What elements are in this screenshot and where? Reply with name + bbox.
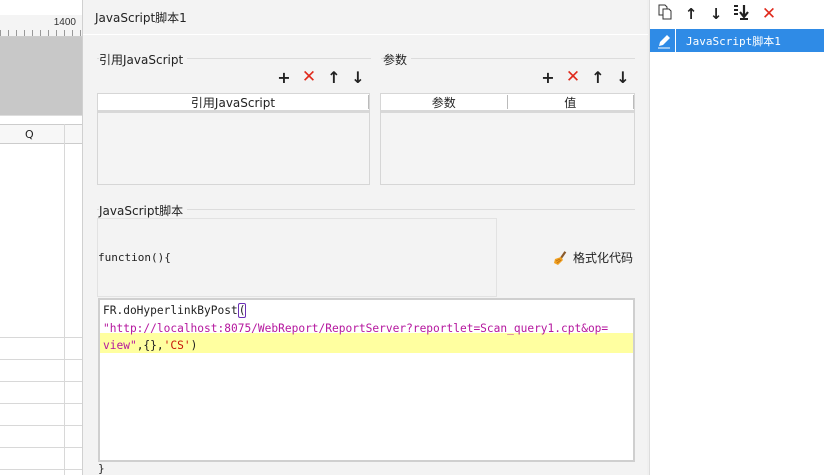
params-table[interactable]: 参数 值: [380, 93, 635, 185]
script-list-panel: ↑ ↓ ✕ JavaScript脚本1: [649, 0, 824, 475]
param-add-button[interactable]: +: [539, 67, 557, 87]
ruler-ticks: [0, 30, 82, 36]
arrow-down-icon: ↓: [616, 67, 630, 87]
javascript-dialog: JavaScript脚本1 引用JavaScript + ✕ ↑ ↓ 引用Jav…: [82, 0, 648, 475]
code-line-2: "http://localhost:8075/WebReport/ReportS…: [103, 321, 609, 335]
code-line-3-string: view": [103, 339, 137, 352]
delete-icon: ✕: [761, 4, 777, 24]
params-section-label: 参数: [383, 51, 412, 68]
sheet-separator: [0, 115, 82, 124]
ref-add-button[interactable]: +: [275, 67, 293, 87]
column-label: Q: [25, 128, 34, 141]
ruler: 1400: [0, 15, 82, 37]
param-name-column-header[interactable]: 参数: [381, 95, 508, 110]
matched-paren: (: [237, 303, 247, 318]
param-move-up-button[interactable]: ↑: [589, 67, 607, 87]
ref-move-up-button[interactable]: ↑: [325, 67, 343, 87]
edit-icon: [652, 29, 676, 52]
list-move-down-button[interactable]: ↓: [707, 5, 725, 23]
param-move-down-button[interactable]: ↓: [614, 67, 632, 87]
column-header-q[interactable]: Q: [0, 124, 82, 144]
script-list-item-label: JavaScript脚本1: [686, 34, 781, 48]
arrow-up-icon: ↑: [684, 5, 698, 23]
list-move-up-button[interactable]: ↑: [682, 5, 700, 23]
code-editor[interactable]: FR.doHyperlinkByPost( "http://localhost:…: [98, 298, 635, 462]
code-line-3-single-quoted: 'CS': [163, 339, 191, 352]
copy-button[interactable]: [656, 4, 674, 24]
script-section-label: JavaScript脚本: [99, 202, 188, 219]
list-move-bottom-button[interactable]: [733, 5, 751, 23]
dialog-title: JavaScript脚本1: [95, 11, 187, 25]
params-table-header: 参数 值: [381, 94, 634, 113]
ref-js-table-header: 引用JavaScript: [98, 94, 369, 113]
function-closing-brace: }: [98, 462, 105, 475]
delete-icon: ✕: [301, 67, 317, 87]
format-code-label: 格式化代码: [573, 251, 634, 265]
code-content: FR.doHyperlinkByPost( "http://localhost:…: [103, 302, 608, 355]
delete-icon: ✕: [565, 67, 581, 87]
arrow-up-icon: ↑: [591, 67, 605, 87]
move-bottom-icon: [733, 3, 751, 25]
canvas-gray-area: [0, 37, 82, 115]
arrow-down-icon: ↓: [709, 5, 723, 23]
ref-delete-button[interactable]: ✕: [300, 67, 318, 87]
sheet-row-lines: [0, 316, 82, 475]
param-value-column-header[interactable]: 值: [508, 95, 634, 110]
list-delete-button[interactable]: ✕: [760, 4, 778, 24]
arrow-up-icon: ↑: [327, 67, 341, 87]
spreadsheet-background: 1400 Q: [0, 0, 82, 475]
add-icon: +: [277, 67, 291, 87]
function-header-text: function(){: [98, 251, 171, 264]
params-section-rule: [381, 58, 635, 59]
param-delete-button[interactable]: ✕: [564, 67, 582, 87]
ref-section-label: 引用JavaScript: [99, 51, 188, 68]
add-icon: +: [541, 67, 555, 87]
code-line-3-end: ): [190, 339, 198, 352]
copy-icon: [657, 4, 673, 24]
code-line-1: FR.doHyperlinkByPost: [103, 304, 238, 317]
arrow-down-icon: ↓: [351, 67, 365, 87]
code-line-3-mid: ,{},: [136, 339, 164, 352]
ref-js-column-header[interactable]: 引用JavaScript: [98, 95, 369, 110]
format-code-button[interactable]: 格式化代码: [553, 249, 633, 266]
script-list-item[interactable]: JavaScript脚本1: [650, 29, 824, 52]
ref-move-down-button[interactable]: ↓: [349, 67, 367, 87]
ref-js-table[interactable]: 引用JavaScript: [97, 93, 370, 185]
title-divider: [83, 34, 648, 35]
ruler-number: 1400: [53, 17, 76, 28]
broom-icon: [553, 250, 569, 266]
